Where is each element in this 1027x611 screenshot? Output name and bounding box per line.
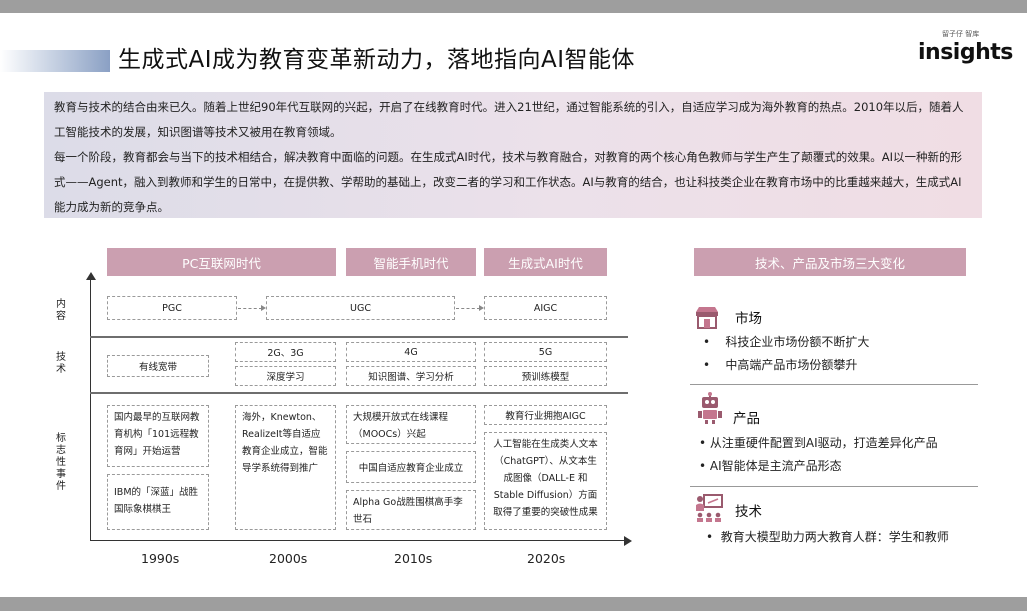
row-label-events: 标志性事件 [56, 433, 66, 492]
title-accent-bar [0, 50, 110, 72]
event-deep-blue: IBM的「深蓝」战胜国际象棋棋王 [107, 474, 209, 530]
tech-pretrained-model: 预训练模型 [484, 366, 607, 386]
row-label-tech: 技术 [56, 352, 66, 375]
row-separator [90, 336, 628, 338]
tech-broadband: 有线宽带 [107, 355, 209, 377]
content-ugc: UGC [266, 296, 455, 320]
decade-label: 1990s [141, 551, 180, 566]
content-aigc: AIGC [484, 296, 607, 320]
list-item: • 科技企业市场份额不断扩大 [703, 335, 870, 349]
tech-2g-3g: 2G、3G [235, 342, 336, 362]
event-moocs: 大规模开放式在线课程（MOOCs）兴起 [346, 405, 476, 444]
logo-text: insights [918, 40, 1013, 65]
tech-deep-learning: 深度学习 [235, 366, 336, 386]
storefront-icon [694, 304, 720, 330]
event-genai-breakthrough: 人工智能在生成类人文本（ChatGPT）、从文本生成图像（DALL-E 和 St… [484, 432, 607, 530]
bullet-text: AI智能体是主流产品形态 [709, 459, 842, 473]
arrow-connector [456, 308, 480, 310]
list-item: • 教育大模型助力两大教育人群：学生和教师 [706, 530, 949, 544]
decade-label: 2000s [269, 551, 308, 566]
phase-pc-internet: PC互联网时代 [107, 248, 336, 276]
list-item: • 从注重硬件配置到AI驱动，打造差异化产品 [699, 436, 938, 450]
intro-paragraph-2: 每一个阶段，教育都会与当下的技术相结合，解决教育中面临的问题。在生成式AI时代，… [54, 150, 963, 214]
bullet-text: 科技企业市场份额不断扩大 [725, 335, 870, 349]
section-divider [690, 486, 978, 487]
tech-5g: 5G [484, 342, 607, 362]
timeline-y-axis [90, 278, 91, 540]
bullet-text: 教育大模型助力两大教育人群：学生和教师 [720, 530, 949, 544]
robot-icon [696, 392, 724, 424]
arrow-connector [238, 308, 262, 310]
timeline-x-axis [90, 540, 625, 541]
teacher-icon [694, 493, 724, 523]
phase-smartphone: 智能手机时代 [346, 248, 476, 276]
event-101-online-school: 国内最早的互联网教育机构「101远程教育网」开始运营 [107, 405, 209, 467]
x-axis-arrow [624, 536, 632, 546]
decade-label: 2010s [394, 551, 433, 566]
y-axis-arrow [86, 272, 96, 280]
tech-knowledge-graph: 知识图谱、学习分析 [346, 366, 476, 386]
event-embrace-aigc: 教育行业拥抱AIGC [484, 405, 607, 425]
list-item: • AI智能体是主流产品形态 [699, 459, 842, 473]
bottom-bar [0, 597, 1027, 611]
section-title-tech: 技术 [735, 504, 762, 520]
tech-4g: 4G [346, 342, 476, 362]
section-title-market: 市场 [735, 311, 762, 327]
section-divider [690, 384, 978, 385]
event-adaptive-learning: 海外，Knewton、RealizeIt等自适应教育企业成立，智能导学系统得到推… [235, 405, 336, 530]
bullet-text: 中高端产品市场份额攀升 [725, 358, 858, 372]
phase-generative-ai: 生成式AI时代 [484, 248, 607, 276]
intro-box: 教育与技术的结合由来已久。随着上世纪90年代互联网的兴起，开启了在线教育时代。进… [44, 92, 982, 218]
decade-label: 2020s [527, 551, 566, 566]
intro-paragraph-1: 教育与技术的结合由来已久。随着上世纪90年代互联网的兴起，开启了在线教育时代。进… [54, 100, 964, 139]
row-separator [90, 392, 628, 394]
bullet-text: 从注重硬件配置到AI驱动，打造差异化产品 [709, 436, 938, 450]
event-china-adaptive: 中国自适应教育企业成立 [346, 451, 476, 483]
changes-header: 技术、产品及市场三大变化 [694, 248, 966, 276]
event-alphago: Alpha Go战胜围棋高手李世石 [346, 490, 476, 530]
row-label-content: 内容 [56, 299, 66, 322]
top-bar [0, 0, 1027, 13]
page-title: 生成式AI成为教育变革新动力，落地指向AI智能体 [118, 47, 636, 73]
content-pgc: PGC [107, 296, 237, 320]
logo-tagline: 留子仔 智库 [942, 30, 980, 38]
section-title-product: 产品 [733, 411, 760, 427]
list-item: • 中高端产品市场份额攀升 [703, 358, 858, 372]
